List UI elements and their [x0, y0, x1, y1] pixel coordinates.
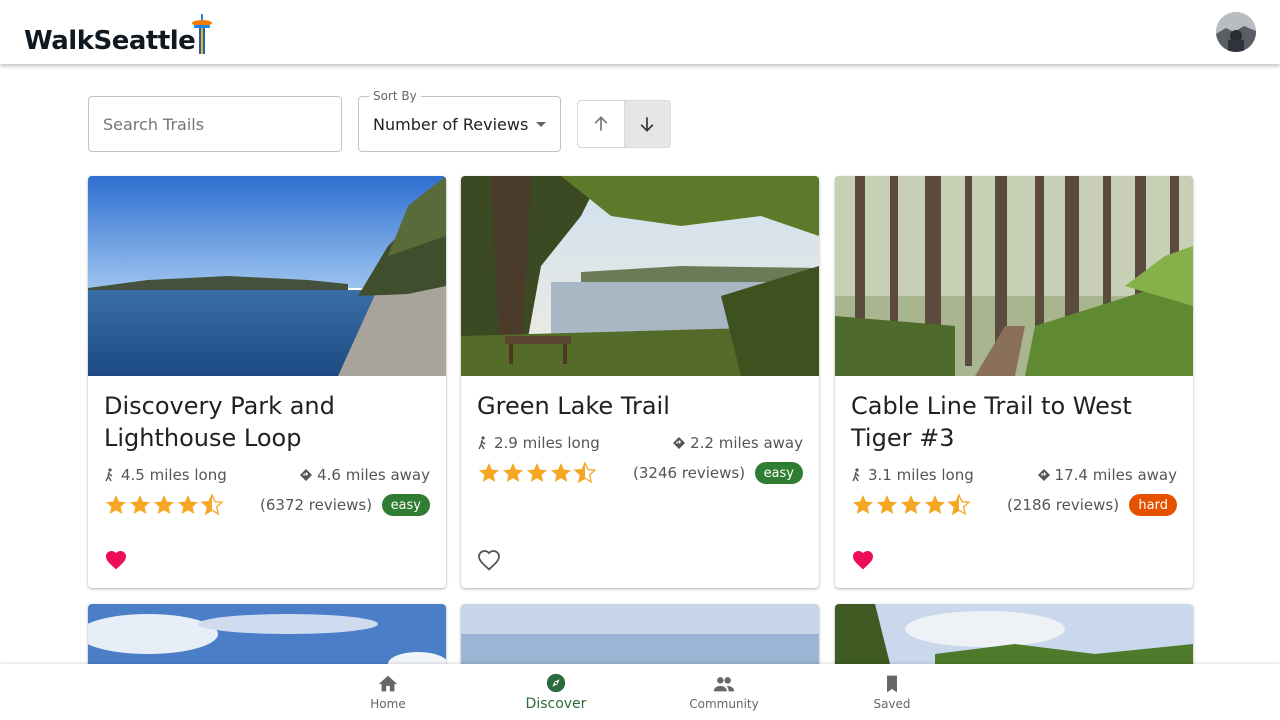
trail-card[interactable]: Cable Line Trail to West Tiger #3 3.1 mi…: [835, 176, 1193, 588]
star-icon: [527, 463, 547, 482]
star-icon: [479, 463, 499, 482]
trail-length: 2.9 miles long: [494, 434, 600, 452]
trail-meta: 3.1 miles long 17.4 miles away: [851, 466, 1177, 484]
sort-ascending-button[interactable]: [578, 101, 624, 147]
nav-home[interactable]: Home: [304, 664, 472, 720]
star-icon: [925, 495, 945, 514]
sort-select[interactable]: Sort By Number of Reviews: [358, 89, 561, 152]
favorite-heart-icon[interactable]: [104, 548, 128, 572]
half-star-icon: [573, 461, 597, 484]
trail-length: 4.5 miles long: [121, 466, 227, 484]
nav-label: Discover: [525, 696, 587, 712]
star-icon: [154, 495, 174, 514]
trail-title: Green Lake Trail: [477, 392, 670, 420]
rating-row: (2186 reviews) hard: [851, 493, 1177, 517]
star-rating: [477, 461, 597, 485]
nav-label: Saved: [873, 697, 911, 711]
difficulty-badge: easy: [381, 494, 430, 516]
star-icon: [877, 495, 897, 514]
hiker-icon: [478, 436, 486, 450]
review-count: (2186 reviews): [1007, 496, 1120, 514]
nav-discover[interactable]: Discover: [472, 664, 640, 720]
avatar-photo: [1216, 12, 1256, 52]
nav-label: Home: [370, 697, 406, 711]
nav-label: Community: [689, 697, 759, 711]
caret-down-icon: [536, 122, 546, 127]
star-icon: [551, 463, 571, 482]
trail-distance: 2.2 miles away: [690, 434, 803, 452]
nav-saved[interactable]: Saved: [808, 664, 976, 720]
favorite-heart-icon[interactable]: [477, 548, 501, 572]
search-input[interactable]: Search Trails: [88, 96, 342, 152]
favorite-heart-icon[interactable]: [851, 548, 875, 572]
star-icon: [901, 495, 921, 514]
half-star-icon: [200, 493, 224, 516]
half-star-icon: [947, 493, 971, 516]
arrow-up-icon: [594, 116, 608, 131]
hiker-icon: [105, 468, 113, 482]
trail-distance: 4.6 miles away: [317, 466, 430, 484]
star-rating: [851, 493, 971, 517]
trail-photo: [88, 176, 446, 376]
hiker-icon: [852, 468, 860, 482]
sort-order-toggle: [577, 100, 671, 148]
trail-meta: 4.5 miles long 4.6 miles away: [104, 466, 430, 484]
directions-icon: [1037, 469, 1050, 481]
trail-photo: [461, 176, 819, 376]
app-header: WalkSeattle: [0, 0, 1280, 64]
home-icon: [378, 675, 398, 692]
review-count: (3246 reviews): [633, 464, 746, 482]
trail-length: 3.1 miles long: [868, 466, 974, 484]
sort-value: Number of Reviews: [373, 115, 529, 134]
search-placeholder: Search Trails: [103, 114, 205, 134]
difficulty-badge: hard: [1129, 494, 1177, 516]
trail-distance: 17.4 miles away: [1054, 466, 1177, 484]
directions-icon: [673, 437, 686, 449]
people-icon: [713, 677, 735, 692]
user-avatar[interactable]: [1216, 12, 1256, 52]
trail-card[interactable]: Discovery Park and Lighthouse Loop 4.5 m…: [88, 176, 446, 588]
app-logo[interactable]: WalkSeattle: [24, 12, 213, 56]
star-icon: [106, 495, 126, 514]
trail-title: Discovery Park and Lighthouse Loop: [104, 392, 335, 452]
bookmark-icon: [887, 675, 897, 693]
trail-photo: [835, 176, 1193, 376]
nav-community[interactable]: Community: [640, 664, 808, 720]
rating-row: (3246 reviews) easy: [477, 461, 803, 485]
sort-descending-button[interactable]: [623, 101, 670, 147]
arrow-down-icon: [641, 117, 654, 132]
star-icon: [178, 495, 198, 514]
star-icon: [503, 463, 523, 482]
trail-card[interactable]: Green Lake Trail 2.9 miles long 2.2 mile…: [461, 176, 819, 588]
star-rating: [104, 493, 224, 517]
compass-icon: [546, 673, 566, 693]
star-icon: [130, 495, 150, 514]
bottom-navigation: Home Discover Community Saved: [0, 664, 1280, 720]
rating-row: (6372 reviews) easy: [104, 493, 430, 517]
difficulty-badge: easy: [754, 462, 803, 484]
review-count: (6372 reviews): [260, 496, 373, 514]
directions-icon: [300, 469, 313, 481]
logo-text: WalkSeattle: [24, 26, 196, 56]
star-icon: [853, 495, 873, 514]
trail-meta: 2.9 miles long 2.2 miles away: [477, 434, 803, 452]
sort-label: Sort By: [369, 89, 421, 103]
space-needle-icon: [192, 14, 213, 54]
trail-title: Cable Line Trail to West Tiger #3: [851, 392, 1132, 452]
